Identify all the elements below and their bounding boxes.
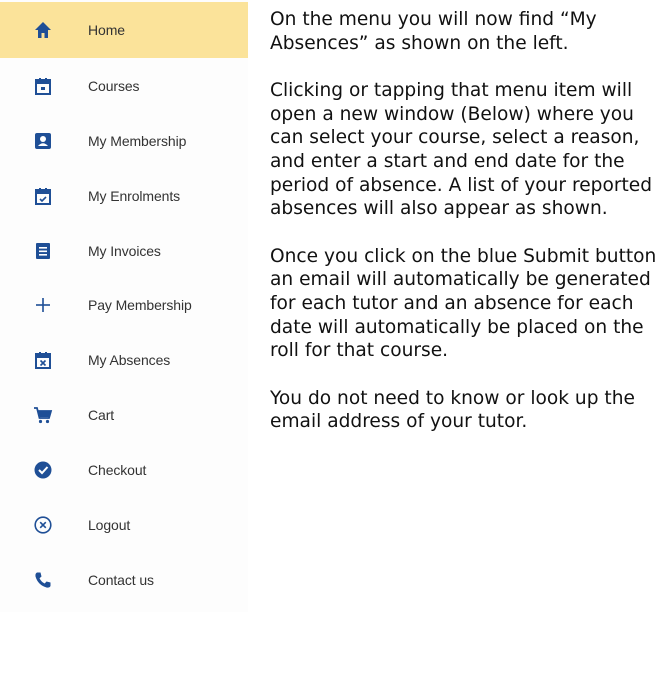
sidebar-item-label: Logout: [88, 517, 131, 533]
phone-icon: [32, 569, 54, 591]
sidebar-item-logout[interactable]: Logout: [0, 497, 248, 553]
sidebar-item-label: Courses: [88, 78, 140, 94]
calendar-check-icon: [32, 185, 54, 207]
sidebar-item-label: My Absences: [88, 352, 171, 368]
sidebar-item-label: Home: [88, 22, 125, 38]
sidebar-item-label: My Membership: [88, 133, 187, 149]
calendar-icon: [32, 75, 54, 97]
calendar-x-icon: [32, 349, 54, 371]
sidebar-item-my-membership[interactable]: My Membership: [0, 113, 248, 169]
home-icon: [32, 19, 54, 41]
instructions-text: On the menu you will now find “My Absenc…: [270, 8, 668, 458]
sidebar-menu: Home Courses My Membership My Enrolments…: [0, 0, 248, 612]
instruction-paragraph: On the menu you will now find “My Absenc…: [270, 9, 597, 54]
list-icon: [32, 240, 54, 262]
sidebar-item-courses[interactable]: Courses: [0, 58, 248, 114]
sidebar-item-label: Cart: [88, 407, 115, 423]
close-circle-icon: [32, 514, 54, 536]
sidebar-item-label: My Invoices: [88, 243, 161, 259]
instruction-paragraph: Clicking or tapping that menu item will …: [270, 80, 652, 220]
cart-icon: [32, 404, 54, 426]
sidebar-item-label: Checkout: [88, 462, 147, 478]
id-card-icon: [32, 130, 54, 152]
sidebar-item-home[interactable]: Home: [0, 2, 248, 58]
instruction-paragraph: You do not need to know or look up the e…: [270, 387, 635, 433]
sidebar-item-my-invoices[interactable]: My Invoices: [0, 223, 248, 279]
instruction-paragraph: Once you click on the blue Submit button…: [270, 245, 657, 362]
sidebar-item-cart[interactable]: Cart: [0, 387, 248, 443]
sidebar-item-pay-membership[interactable]: Pay Membership: [0, 277, 248, 333]
plus-icon: [32, 294, 54, 316]
sidebar-item-my-enrolments[interactable]: My Enrolments: [0, 168, 248, 224]
sidebar-item-label: My Enrolments: [88, 188, 181, 204]
sidebar-item-contact-us[interactable]: Contact us: [0, 552, 248, 608]
check-circle-icon: [32, 459, 54, 481]
sidebar-item-checkout[interactable]: Checkout: [0, 442, 248, 498]
sidebar-item-label: Pay Membership: [88, 297, 192, 313]
sidebar-item-my-absences[interactable]: My Absences: [0, 332, 248, 388]
sidebar-item-label: Contact us: [88, 572, 154, 588]
